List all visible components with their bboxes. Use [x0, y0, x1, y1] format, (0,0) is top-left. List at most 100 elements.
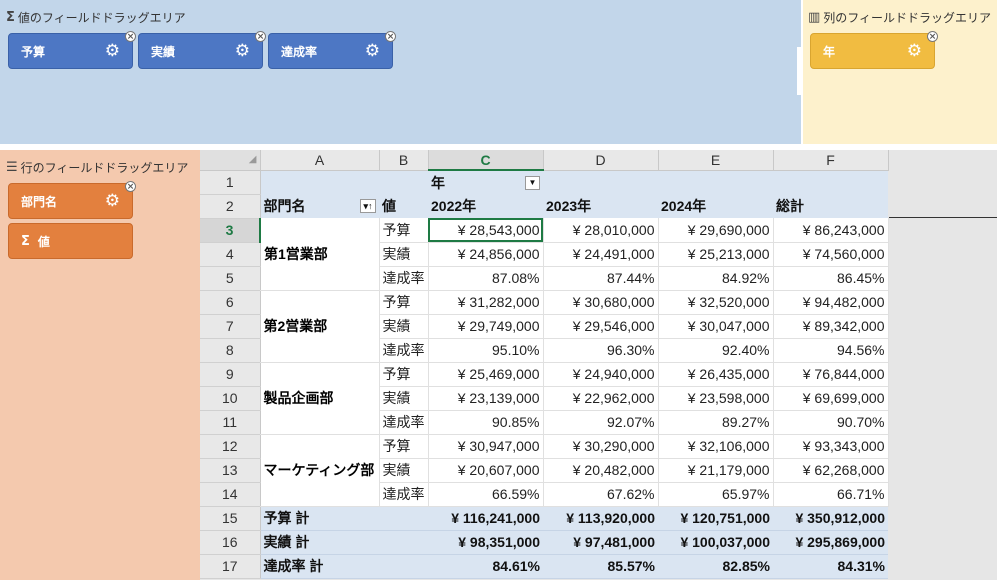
- row-header[interactable]: 4: [200, 242, 261, 267]
- column-header-c[interactable]: C: [428, 150, 544, 171]
- value-cell[interactable]: ¥ 69,699,000: [773, 386, 889, 411]
- total-value-cell[interactable]: ¥ 98,351,000: [428, 530, 543, 555]
- value-cell[interactable]: ¥ 32,106,000: [658, 434, 774, 459]
- measure-label[interactable]: 達成率: [379, 482, 429, 507]
- total-value-cell[interactable]: ¥ 113,920,000: [543, 506, 658, 531]
- year-2024-header[interactable]: 2024年: [658, 194, 773, 218]
- cell[interactable]: [379, 530, 428, 555]
- row-field-chip-department[interactable]: 部門名 ⚙ ×: [8, 181, 136, 219]
- value-cell[interactable]: ¥ 28,010,000: [543, 218, 659, 243]
- row-header[interactable]: 15: [200, 506, 261, 531]
- department-name[interactable]: 第1営業部: [260, 218, 380, 291]
- value-cell[interactable]: ¥ 86,243,000: [773, 218, 889, 243]
- zone-resize-handle-vertical[interactable]: [797, 47, 801, 95]
- value-cell[interactable]: 90.85%: [428, 410, 544, 435]
- value-cell[interactable]: ¥ 23,139,000: [428, 386, 544, 411]
- column-header-a[interactable]: A: [260, 150, 380, 171]
- value-cell[interactable]: 66.71%: [773, 482, 889, 507]
- total-value-cell[interactable]: ¥ 100,037,000: [658, 530, 773, 555]
- row-header[interactable]: 11: [200, 410, 261, 435]
- department-name[interactable]: マーケティング部: [260, 434, 380, 507]
- gear-icon[interactable]: ⚙: [105, 192, 120, 210]
- value-cell[interactable]: ¥ 21,179,000: [658, 458, 774, 483]
- value-cell[interactable]: 89.27%: [658, 410, 774, 435]
- row-header[interactable]: 5: [200, 266, 261, 291]
- measure-label[interactable]: 予算: [379, 362, 429, 387]
- value-cell[interactable]: ¥ 62,268,000: [773, 458, 889, 483]
- column-header-b[interactable]: B: [379, 150, 429, 171]
- value-cell[interactable]: 95.10%: [428, 338, 544, 363]
- pivot-sheet[interactable]: ◢ A B C D E F 1 年 ▼ 2 部門名 ▾↑ 値 2022年 2023年…: [200, 150, 997, 580]
- value-cell[interactable]: ¥ 22,962,000: [543, 386, 659, 411]
- value-cell[interactable]: 66.59%: [428, 482, 544, 507]
- value-cell[interactable]: 87.44%: [543, 266, 659, 291]
- row-header[interactable]: 16: [200, 530, 261, 555]
- total-value-cell[interactable]: 85.57%: [543, 554, 658, 579]
- row-header[interactable]: 10: [200, 386, 261, 411]
- row-header[interactable]: 12: [200, 434, 261, 459]
- close-icon[interactable]: ×: [385, 31, 396, 42]
- department-name[interactable]: 製品企画部: [260, 362, 380, 435]
- grand-total-header[interactable]: 総計: [773, 194, 888, 218]
- value-cell[interactable]: ¥ 24,856,000: [428, 242, 544, 267]
- measure-label[interactable]: 実績: [379, 458, 429, 483]
- value-field-chip-rate[interactable]: 達成率 ⚙ ×: [268, 31, 396, 69]
- total-value-cell[interactable]: 84.61%: [428, 554, 543, 579]
- value-cell[interactable]: 92.40%: [658, 338, 774, 363]
- rows-drop-zone[interactable]: ☰ 行のフィールドドラッグエリア 部門名 ⚙ × Σ 値: [0, 150, 200, 580]
- row-header[interactable]: 13: [200, 458, 261, 483]
- row-field-chip-values[interactable]: Σ 値: [8, 223, 133, 259]
- close-icon[interactable]: ×: [125, 31, 136, 42]
- measure-label[interactable]: 達成率: [379, 410, 429, 435]
- measure-label[interactable]: 実績: [379, 386, 429, 411]
- row-header[interactable]: 9: [200, 362, 261, 387]
- column-header-f[interactable]: F: [773, 150, 889, 171]
- value-cell[interactable]: ¥ 25,469,000: [428, 362, 544, 387]
- total-value-cell[interactable]: ¥ 97,481,000: [543, 530, 658, 555]
- value-cell[interactable]: 94.56%: [773, 338, 889, 363]
- row-header[interactable]: 1: [200, 170, 261, 195]
- value-cell[interactable]: ¥ 25,213,000: [658, 242, 774, 267]
- values-drop-zone[interactable]: Σ 値のフィールドドラッグエリア 予算 ⚙ × 実績 ⚙ × 達成率 ⚙ ×: [0, 0, 801, 144]
- value-cell[interactable]: ¥ 30,947,000: [428, 434, 544, 459]
- zone-resize-handle-horizontal[interactable]: [757, 145, 841, 149]
- cell[interactable]: [543, 170, 658, 194]
- total-label[interactable]: 実績 計: [260, 530, 379, 555]
- value-cell[interactable]: ¥ 29,546,000: [543, 314, 659, 339]
- cell[interactable]: [658, 170, 773, 194]
- measure-label[interactable]: 達成率: [379, 266, 429, 291]
- row-header[interactable]: 7: [200, 314, 261, 339]
- value-cell[interactable]: ¥ 29,749,000: [428, 314, 544, 339]
- measure-label[interactable]: 予算: [379, 290, 429, 315]
- value-cell[interactable]: 67.62%: [543, 482, 659, 507]
- cell[interactable]: [379, 506, 428, 531]
- close-icon[interactable]: ×: [255, 31, 266, 42]
- value-field-chip-actual[interactable]: 実績 ⚙ ×: [138, 31, 266, 69]
- column-header-d[interactable]: D: [543, 150, 659, 171]
- column-field-chip-year[interactable]: 年 ⚙ ×: [810, 31, 938, 69]
- year-2022-header[interactable]: 2022年: [428, 194, 543, 218]
- value-cell[interactable]: 90.70%: [773, 410, 889, 435]
- year-field-header[interactable]: 年 ▼: [428, 170, 543, 194]
- value-cell[interactable]: 92.07%: [543, 410, 659, 435]
- measure-label[interactable]: 実績: [379, 242, 429, 267]
- value-cell[interactable]: ¥ 20,482,000: [543, 458, 659, 483]
- value-cell[interactable]: ¥ 23,598,000: [658, 386, 774, 411]
- close-icon[interactable]: ×: [927, 31, 938, 42]
- value-cell[interactable]: ¥ 30,680,000: [543, 290, 659, 315]
- total-label[interactable]: 予算 計: [260, 506, 379, 531]
- row-header[interactable]: 17: [200, 554, 261, 579]
- close-icon[interactable]: ×: [125, 181, 136, 192]
- value-cell[interactable]: ¥ 94,482,000: [773, 290, 889, 315]
- department-field-header[interactable]: 部門名 ▾↑: [260, 194, 379, 218]
- value-cell[interactable]: ¥ 30,290,000: [543, 434, 659, 459]
- total-value-cell[interactable]: ¥ 350,912,000: [773, 506, 888, 531]
- measure-label[interactable]: 予算: [379, 218, 429, 243]
- total-value-cell[interactable]: ¥ 295,869,000: [773, 530, 888, 555]
- value-cell[interactable]: ¥ 89,342,000: [773, 314, 889, 339]
- value-cell[interactable]: ¥ 74,560,000: [773, 242, 889, 267]
- value-cell[interactable]: ¥ 32,520,000: [658, 290, 774, 315]
- value-cell[interactable]: ¥ 76,844,000: [773, 362, 889, 387]
- measure-label[interactable]: 達成率: [379, 338, 429, 363]
- cell[interactable]: [379, 170, 428, 194]
